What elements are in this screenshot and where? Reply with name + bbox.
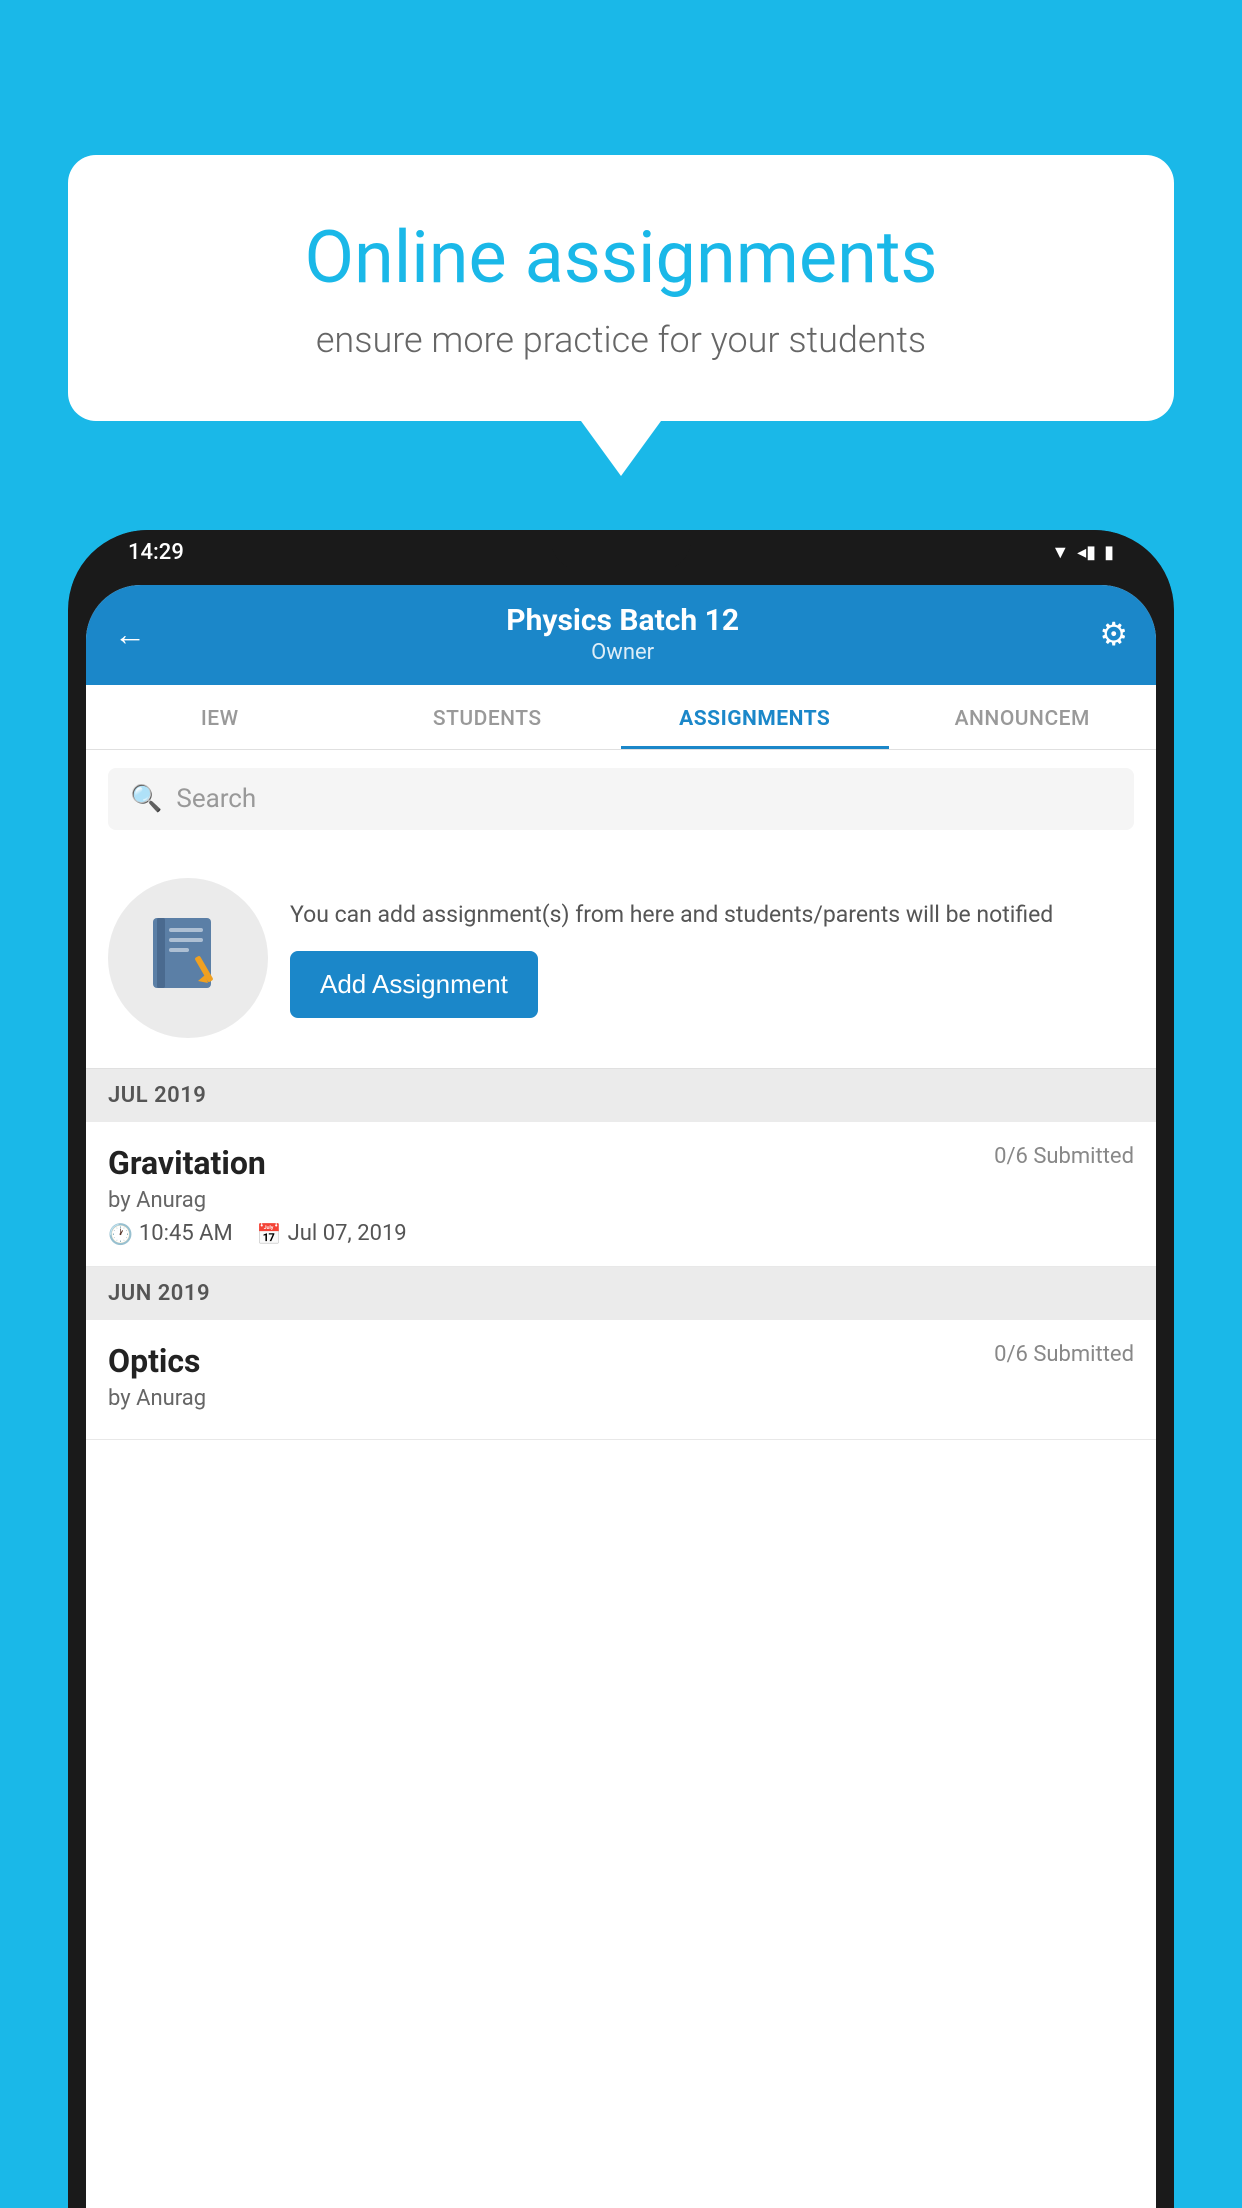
assignment-meta: 🕐 10:45 AM 📅 Jul 07, 2019 — [108, 1221, 1134, 1246]
assignment-date: Jul 07, 2019 — [288, 1221, 407, 1246]
bubble-subtitle: ensure more practice for your students — [148, 319, 1094, 361]
assignment-promo: You can add assignment(s) from here and … — [86, 848, 1156, 1069]
search-bar[interactable]: 🔍 Search — [108, 768, 1134, 830]
tabs-bar: IEW STUDENTS ASSIGNMENTS ANNOUNCEM — [86, 685, 1156, 750]
assignment-author-optics: by Anurag — [108, 1386, 1134, 1411]
calendar-icon: 📅 — [257, 1222, 282, 1246]
status-time: 14:29 — [128, 540, 184, 565]
back-button[interactable]: ← — [114, 615, 146, 653]
battery-icon: ▮ — [1104, 542, 1114, 563]
speech-bubble-container: Online assignments ensure more practice … — [68, 155, 1174, 476]
status-icons: ▼ ◂▮ ▮ — [1051, 542, 1114, 563]
assignment-time: 10:45 AM — [139, 1221, 233, 1246]
meta-time: 🕐 10:45 AM — [108, 1221, 233, 1246]
assignment-name: Gravitation — [108, 1144, 266, 1182]
promo-text: You can add assignment(s) from here and … — [290, 898, 1134, 933]
phone-frame: 14:29 ▼ ◂▮ ▮ ← Physics Batch 12 Owner ⚙ … — [68, 530, 1174, 2208]
assignment-item-gravitation[interactable]: Gravitation 0/6 Submitted by Anurag 🕐 10… — [86, 1122, 1156, 1267]
promo-icon-circle — [108, 878, 268, 1038]
assignment-name-optics: Optics — [108, 1342, 200, 1380]
assignment-item-optics[interactable]: Optics 0/6 Submitted by Anurag — [86, 1320, 1156, 1440]
assignment-author: by Anurag — [108, 1188, 1134, 1213]
bubble-title: Online assignments — [148, 215, 1094, 301]
speech-bubble: Online assignments ensure more practice … — [68, 155, 1174, 421]
search-placeholder: Search — [176, 784, 256, 814]
header-title-group: Physics Batch 12 Owner — [506, 603, 739, 665]
assignment-submitted: 0/6 Submitted — [994, 1144, 1134, 1169]
section-header-jul: JUL 2019 — [86, 1069, 1156, 1122]
add-assignment-button[interactable]: Add Assignment — [290, 951, 538, 1018]
settings-button[interactable]: ⚙ — [1099, 615, 1128, 653]
wifi-icon: ▼ — [1051, 542, 1069, 563]
app-header: ← Physics Batch 12 Owner ⚙ — [86, 585, 1156, 685]
clock-icon: 🕐 — [108, 1222, 133, 1246]
search-icon: 🔍 — [130, 784, 162, 814]
tab-assignments[interactable]: ASSIGNMENTS — [621, 685, 889, 749]
meta-date: 📅 Jul 07, 2019 — [257, 1221, 407, 1246]
phone-notch — [551, 530, 691, 570]
section-header-jun: JUN 2019 — [86, 1267, 1156, 1320]
signal-icon: ◂▮ — [1077, 542, 1096, 563]
assignment-top-row: Gravitation 0/6 Submitted — [108, 1144, 1134, 1182]
bubble-arrow — [581, 421, 661, 476]
phone-screen: ← Physics Batch 12 Owner ⚙ IEW STUDENTS … — [86, 585, 1156, 2208]
tab-announcements[interactable]: ANNOUNCEM — [889, 685, 1157, 749]
batch-title: Physics Batch 12 — [506, 603, 739, 638]
notebook-icon — [143, 913, 233, 1003]
search-container: 🔍 Search — [86, 750, 1156, 848]
tab-students[interactable]: STUDENTS — [354, 685, 622, 749]
promo-content: You can add assignment(s) from here and … — [290, 898, 1134, 1018]
assignment-top-row-optics: Optics 0/6 Submitted — [108, 1342, 1134, 1380]
assignment-submitted-optics: 0/6 Submitted — [994, 1342, 1134, 1367]
batch-subtitle: Owner — [506, 640, 739, 665]
tab-iew[interactable]: IEW — [86, 685, 354, 749]
